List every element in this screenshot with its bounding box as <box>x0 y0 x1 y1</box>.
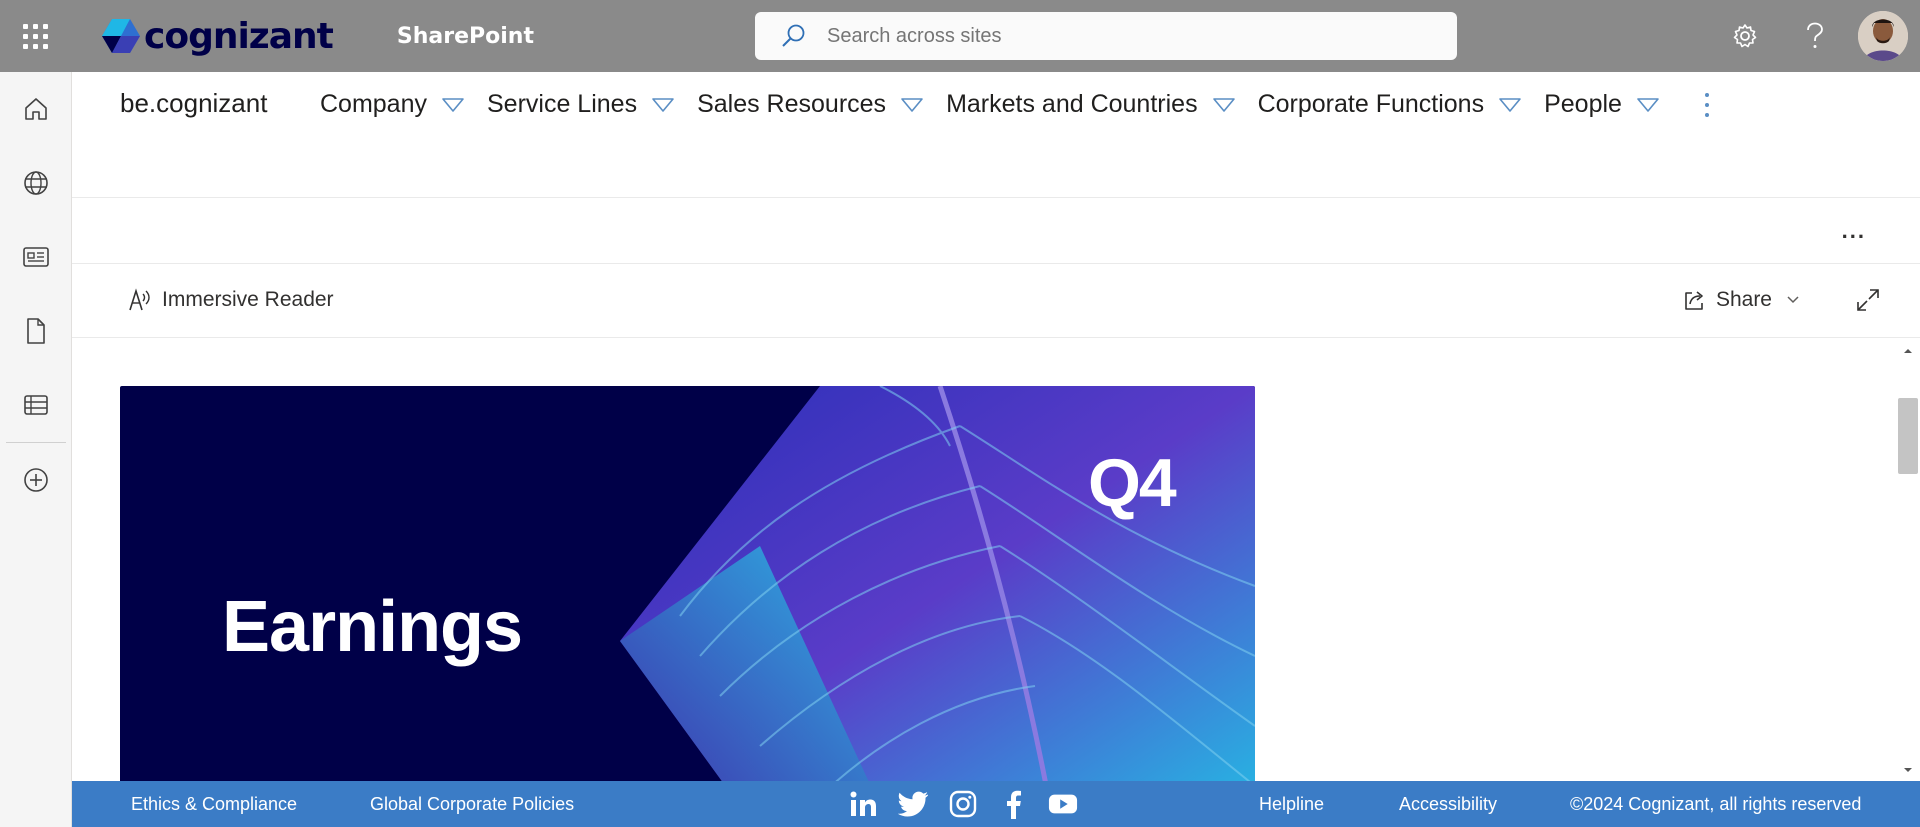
expand-button[interactable] <box>1856 288 1880 317</box>
hero-quarter-badge: Q4 <box>1088 445 1177 521</box>
linkedin-icon <box>850 791 876 816</box>
nav-item-company[interactable]: Company <box>320 90 465 119</box>
rail-home[interactable] <box>0 72 72 146</box>
command-bar: Immersive Reader Share <box>72 264 1920 338</box>
list-icon <box>24 395 48 415</box>
share-label: Share <box>1715 288 1772 311</box>
linkedin-link[interactable] <box>848 789 878 819</box>
immersive-reader-button[interactable]: Immersive Reader <box>128 288 334 312</box>
nav-label: Service Lines <box>487 90 638 118</box>
app-name[interactable]: SharePoint <box>397 24 534 49</box>
expand-icon <box>1857 289 1879 311</box>
suite-right-controls <box>1710 0 1920 72</box>
search-box[interactable] <box>755 12 1457 60</box>
home-icon <box>25 98 47 120</box>
scroll-up-arrow-icon <box>1904 349 1912 353</box>
nav-item-service-lines[interactable]: Service Lines <box>487 90 675 119</box>
nav-label: People <box>1544 90 1622 118</box>
gear-icon <box>1733 24 1757 48</box>
immersive-reader-icon <box>129 288 150 311</box>
facebook-link[interactable] <box>998 789 1028 819</box>
facebook-icon <box>1007 790 1021 819</box>
left-app-rail <box>0 72 72 827</box>
hero-banner-image[interactable]: Earnings Q4 <box>120 386 1255 781</box>
nav-label: Sales Resources <box>697 90 887 118</box>
chevron-down-icon <box>442 97 464 112</box>
footer-copyright: ©2024 Cognizant, all rights reserved <box>1570 794 1862 814</box>
site-header: be.cognizant Company Service Lines Sales… <box>72 72 1920 198</box>
nav-label: Corporate Functions <box>1257 90 1485 118</box>
globe-icon <box>24 171 48 195</box>
app-launcher-button[interactable] <box>0 0 70 72</box>
nav-item-markets-and-countries[interactable]: Markets and Countries <box>946 90 1236 119</box>
settings-button[interactable] <box>1710 0 1780 72</box>
nav-label: Markets and Countries <box>946 90 1198 118</box>
hero-title: Earnings <box>222 587 523 667</box>
search-input[interactable] <box>827 24 1427 48</box>
brand-logo[interactable]: cognizant <box>100 0 334 72</box>
twitter-link[interactable] <box>898 789 928 819</box>
footer-link-ethics[interactable]: Ethics & Compliance <box>131 794 297 815</box>
immersive-reader-label: Immersive Reader <box>162 288 334 311</box>
chevron-down-icon <box>1787 296 1799 304</box>
chevron-down-icon <box>901 97 923 112</box>
site-footer: Ethics & Compliance Global Corporate Pol… <box>72 781 1920 827</box>
suite-bar: cognizant SharePoint <box>0 0 1920 72</box>
rail-files[interactable] <box>0 294 72 368</box>
chevron-down-icon <box>1637 97 1659 112</box>
instagram-link[interactable] <box>948 789 978 819</box>
help-button[interactable] <box>1780 0 1850 72</box>
twitter-icon <box>898 791 928 817</box>
instagram-icon <box>949 790 977 818</box>
nav-item-corporate-functions[interactable]: Corporate Functions <box>1258 90 1523 119</box>
youtube-link[interactable] <box>1048 789 1078 819</box>
search-icon <box>782 24 805 47</box>
footer-link-accessibility[interactable]: Accessibility <box>1399 794 1497 815</box>
more-options-button[interactable]: ... <box>1842 218 1866 244</box>
news-icon <box>23 247 49 267</box>
nav-item-people[interactable]: People <box>1544 90 1660 119</box>
leaf-illustration <box>620 386 1255 781</box>
scrollbar-thumb[interactable] <box>1898 398 1918 474</box>
footer-link-policies[interactable]: Global Corporate Policies <box>370 794 574 815</box>
nav-more-button[interactable] <box>1702 92 1712 117</box>
page-actions-bar: ... <box>72 198 1920 264</box>
brand-wordmark: cognizant <box>144 15 334 57</box>
site-navigation: Company Service Lines Sales Resources Ma… <box>320 90 1712 119</box>
rail-lists[interactable] <box>0 368 72 442</box>
social-links <box>848 789 1098 819</box>
site-title[interactable]: be.cognizant <box>120 88 267 119</box>
user-avatar[interactable] <box>1858 11 1908 61</box>
chevron-down-icon <box>1499 97 1521 112</box>
chevron-down-icon <box>1212 97 1235 112</box>
youtube-icon <box>1048 794 1078 814</box>
file-icon <box>27 318 45 344</box>
add-icon <box>24 468 48 492</box>
help-icon <box>1807 22 1823 48</box>
rail-news[interactable] <box>0 220 72 294</box>
rail-sites[interactable] <box>0 146 72 220</box>
share-button[interactable]: Share <box>1682 288 1800 312</box>
avatar-photo-icon <box>1858 11 1908 61</box>
cognizant-logo-icon <box>102 19 140 53</box>
nav-item-sales-resources[interactable]: Sales Resources <box>697 90 924 119</box>
scroll-down-arrow-icon <box>1904 768 1912 772</box>
share-icon <box>1685 291 1703 310</box>
waffle-icon <box>22 23 48 49</box>
footer-link-helpline[interactable]: Helpline <box>1259 794 1324 815</box>
chevron-down-icon <box>652 97 674 112</box>
rail-create[interactable] <box>0 443 72 517</box>
page-content: Earnings Q4 <box>72 338 1902 781</box>
nav-label: Company <box>320 90 427 118</box>
